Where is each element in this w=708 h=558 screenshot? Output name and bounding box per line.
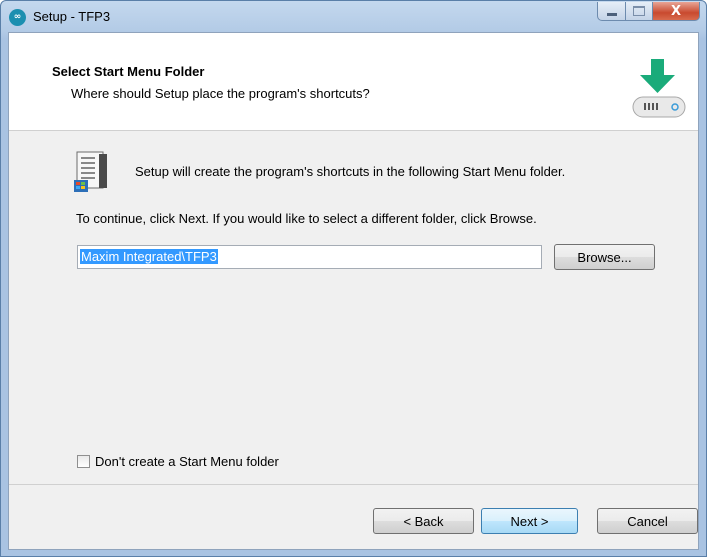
footer-divider bbox=[9, 484, 698, 485]
instructions-text: To continue, click Next. If you would li… bbox=[76, 211, 537, 226]
start-menu-folder-input[interactable]: Maxim Integrated\TFP3 bbox=[77, 245, 542, 269]
start-menu-folder-icon bbox=[74, 151, 107, 192]
wizard-header: Select Start Menu Folder Where should Se… bbox=[9, 33, 698, 131]
download-drive-icon bbox=[632, 59, 686, 118]
minimize-button[interactable] bbox=[597, 2, 626, 21]
caption-buttons: X bbox=[597, 2, 700, 21]
close-button[interactable]: X bbox=[653, 2, 700, 21]
folder-description: Setup will create the program's shortcut… bbox=[135, 164, 566, 179]
maximize-icon bbox=[633, 6, 645, 16]
setup-window: ∞ Setup - TFP3 X Select Start Menu Folde… bbox=[0, 0, 707, 557]
close-icon: X bbox=[670, 3, 682, 19]
maximize-button[interactable] bbox=[626, 2, 653, 21]
no-folder-label: Don't create a Start Menu folder bbox=[95, 454, 279, 469]
window-title: Setup - TFP3 bbox=[33, 9, 111, 24]
next-button[interactable]: Next > bbox=[481, 508, 578, 534]
page-title: Select Start Menu Folder bbox=[52, 64, 205, 79]
browse-button[interactable]: Browse... bbox=[554, 244, 655, 270]
no-folder-option[interactable]: Don't create a Start Menu folder bbox=[77, 454, 279, 469]
back-button[interactable]: < Back bbox=[373, 508, 474, 534]
folder-input-value: Maxim Integrated\TFP3 bbox=[80, 249, 218, 264]
title-bar[interactable]: ∞ Setup - TFP3 X bbox=[1, 1, 706, 32]
minimize-icon bbox=[606, 12, 617, 16]
maxim-app-icon: ∞ bbox=[9, 9, 26, 26]
page-subtitle: Where should Setup place the program's s… bbox=[71, 86, 370, 101]
dialog-client-area: Select Start Menu Folder Where should Se… bbox=[8, 32, 699, 550]
cancel-button[interactable]: Cancel bbox=[597, 508, 698, 534]
no-folder-checkbox[interactable] bbox=[77, 455, 90, 468]
